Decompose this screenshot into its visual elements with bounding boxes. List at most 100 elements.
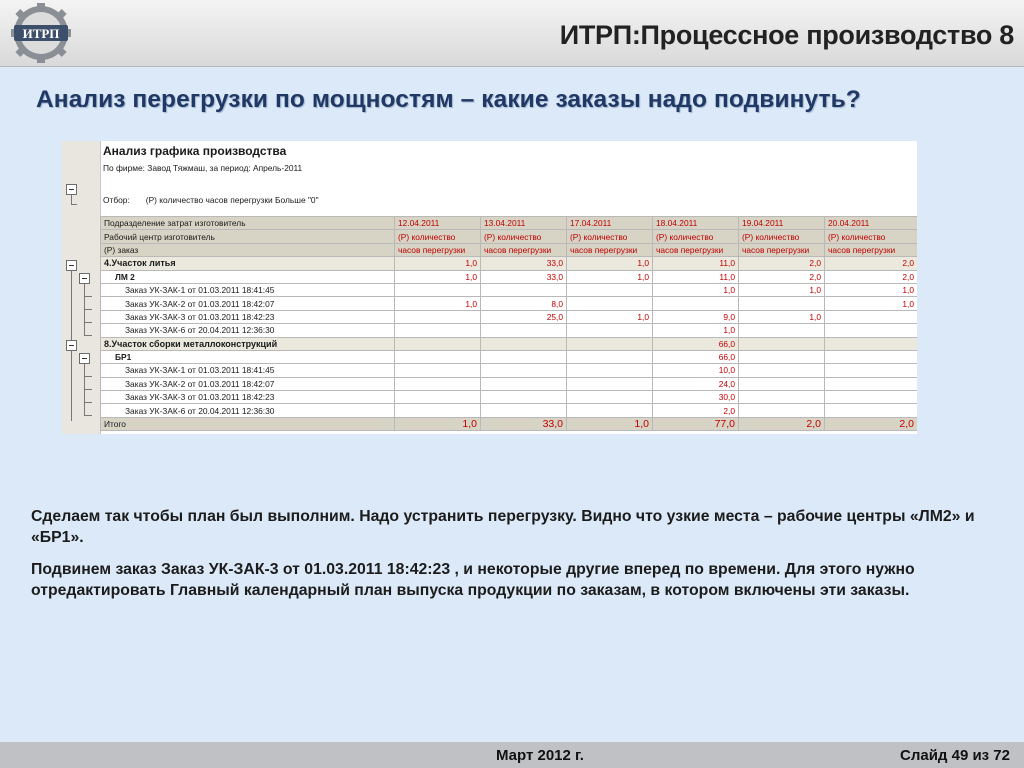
work-center-row[interactable]: БР1 66,0	[100, 349, 917, 365]
itrp-logo-icon: ИТРП	[11, 3, 71, 63]
row-name-cell: Заказ УК-ЗАК-6 от 20.04.2011 12:36:30	[100, 323, 395, 338]
value-cell	[824, 309, 917, 325]
filter-value: (Р) количество часов перегрузки Больше "…	[145, 195, 319, 205]
row-name-cell: ЛМ 2	[100, 269, 395, 284]
slide-heading: Анализ перегрузки по мощностям – какие з…	[36, 86, 861, 113]
value-cell	[480, 376, 567, 392]
value-cell: 30,0	[652, 390, 739, 405]
value-cell: 33,0	[480, 256, 567, 271]
row-name-cell: Заказ УК-ЗАК-3 от 01.03.2011 18:42:23	[100, 309, 395, 325]
tree-gutter	[62, 141, 101, 434]
value-cell: 2,0	[738, 269, 825, 284]
header-cell: часов перегрузки	[738, 242, 825, 258]
value-cell: 1,0	[824, 282, 917, 298]
value-cell: 2,0	[824, 256, 917, 271]
body-paragraph: Подвинем заказ Заказ УК-ЗАК-3 от 01.03.2…	[31, 561, 915, 599]
header-cell: часов перегрузки	[652, 242, 739, 258]
value-cell: 9,0	[652, 309, 739, 325]
value-cell: 33,0	[480, 269, 567, 284]
value-cell	[824, 403, 917, 418]
report-firm-line: По фирме: Завод Тяжмаш, за период: Апрел…	[103, 163, 303, 173]
order-row[interactable]: Заказ УК-ЗАК-3 от 01.03.2011 18:42:23 25,…	[100, 309, 917, 325]
value-cell: 1,0	[652, 282, 739, 298]
value-cell	[480, 390, 567, 405]
total-value-cell: 2,0	[738, 416, 825, 432]
header-cell: часов перегрузки	[394, 242, 481, 258]
value-cell: 1,0	[738, 309, 825, 325]
total-value-cell: 1,0	[566, 416, 653, 432]
report-filter: Отбор: (Р) количество часов перегрузки Бо…	[103, 195, 335, 205]
value-cell: 1,0	[566, 309, 653, 325]
value-cell: 1,0	[566, 269, 653, 284]
value-cell: 2,0	[824, 269, 917, 284]
value-cell	[566, 363, 653, 378]
collapse-icon[interactable]	[79, 273, 90, 284]
footer-date: Март 2012 г.	[496, 747, 584, 764]
value-cell: 10,0	[652, 363, 739, 378]
total-value-cell: 2,0	[824, 416, 917, 432]
work-center-row[interactable]: ЛМ 2 1,0 33,0 1,0 11,0 2,0 2,0	[100, 269, 917, 284]
header-cell: 19.04.2011	[738, 215, 825, 231]
table-header-row: Рабочий центр изготовитель (Р) количество…	[100, 229, 917, 244]
overload-table: Подразделение затрат изготовитель 12.04.2…	[100, 215, 917, 432]
order-row[interactable]: Заказ УК-ЗАК-3 от 01.03.2011 18:42:23 30,…	[100, 390, 917, 405]
header-label-cell: (Р) заказ	[100, 242, 395, 258]
row-name-cell: 4.Участок литья	[100, 256, 395, 271]
slide-footer: Март 2012 г. Слайд 49 из 72	[0, 742, 1024, 768]
value-cell: 8,0	[480, 296, 567, 311]
order-row[interactable]: Заказ УК-ЗАК-6 от 20.04.2011 12:36:30 1,0	[100, 323, 917, 338]
filter-label: Отбор:	[103, 195, 130, 205]
header-cell: (Р) количество	[394, 229, 481, 244]
value-cell: 1,0	[394, 269, 481, 284]
collapse-icon[interactable]	[66, 260, 77, 271]
value-cell	[824, 390, 917, 405]
row-name-cell: Заказ УК-ЗАК-2 от 01.03.2011 18:42:07	[100, 376, 395, 392]
row-name-cell: 8.Участок сборки металлоконструкций	[100, 336, 395, 351]
header-label-cell: Подразделение затрат изготовитель	[100, 215, 395, 231]
value-cell	[566, 296, 653, 311]
header-cell: (Р) количество	[480, 229, 567, 244]
value-cell: 25,0	[480, 309, 567, 325]
header-cell: (Р) количество	[566, 229, 653, 244]
slide-number: Слайд 49 из 72	[900, 747, 1010, 764]
collapse-icon[interactable]	[66, 340, 77, 351]
value-cell: 1,0	[566, 256, 653, 271]
total-label-cell: Итого	[100, 416, 395, 432]
slide-header: ИТРП ИТРП:Процессное производство 8	[0, 0, 1024, 67]
order-row[interactable]: Заказ УК-ЗАК-6 от 20.04.2011 12:36:30 2,0	[100, 403, 917, 418]
value-cell: 1,0	[394, 256, 481, 271]
value-cell	[394, 282, 481, 298]
report-body: Анализ графика производства По фирме: За…	[100, 141, 917, 434]
value-cell	[566, 349, 653, 365]
order-row[interactable]: Заказ УК-ЗАК-1 от 01.03.2011 18:41:45 10,…	[100, 363, 917, 378]
value-cell: 1,0	[738, 282, 825, 298]
row-name-cell: БР1	[100, 349, 395, 365]
row-name-cell: Заказ УК-ЗАК-1 от 01.03.2011 18:41:45	[100, 282, 395, 298]
value-cell	[480, 282, 567, 298]
value-cell	[738, 349, 825, 365]
value-cell	[566, 390, 653, 405]
collapse-icon[interactable]	[66, 184, 77, 195]
header-cell: часов перегрузки	[566, 242, 653, 258]
header-cell: часов перегрузки	[824, 242, 917, 258]
department-row[interactable]: 8.Участок сборки металлоконструкций 66,0	[100, 336, 917, 351]
value-cell: 66,0	[652, 336, 739, 351]
value-cell	[824, 363, 917, 378]
row-name-cell: Заказ УК-ЗАК-3 от 01.03.2011 18:42:23	[100, 390, 395, 405]
header-cell: 20.04.2011	[824, 215, 917, 231]
order-row[interactable]: Заказ УК-ЗАК-1 от 01.03.2011 18:41:45 1,0…	[100, 282, 917, 298]
value-cell: 1,0	[824, 296, 917, 311]
order-row[interactable]: Заказ УК-ЗАК-2 от 01.03.2011 18:42:07 24,…	[100, 376, 917, 392]
value-cell	[566, 403, 653, 418]
value-cell	[738, 403, 825, 418]
value-cell	[394, 376, 481, 392]
total-value-cell: 77,0	[652, 416, 739, 432]
collapse-icon[interactable]	[79, 353, 90, 364]
total-value-cell: 33,0	[480, 416, 567, 432]
row-name-cell: Заказ УК-ЗАК-6 от 20.04.2011 12:36:30	[100, 403, 395, 418]
row-name-cell: Заказ УК-ЗАК-1 от 01.03.2011 18:41:45	[100, 363, 395, 378]
order-row[interactable]: Заказ УК-ЗАК-2 от 01.03.2011 18:42:07 1,0…	[100, 296, 917, 311]
value-cell	[480, 323, 567, 338]
department-row[interactable]: 4.Участок литья 1,0 33,0 1,0 11,0 2,0 2,0	[100, 256, 917, 271]
row-name-cell: Заказ УК-ЗАК-2 от 01.03.2011 18:42:07	[100, 296, 395, 311]
